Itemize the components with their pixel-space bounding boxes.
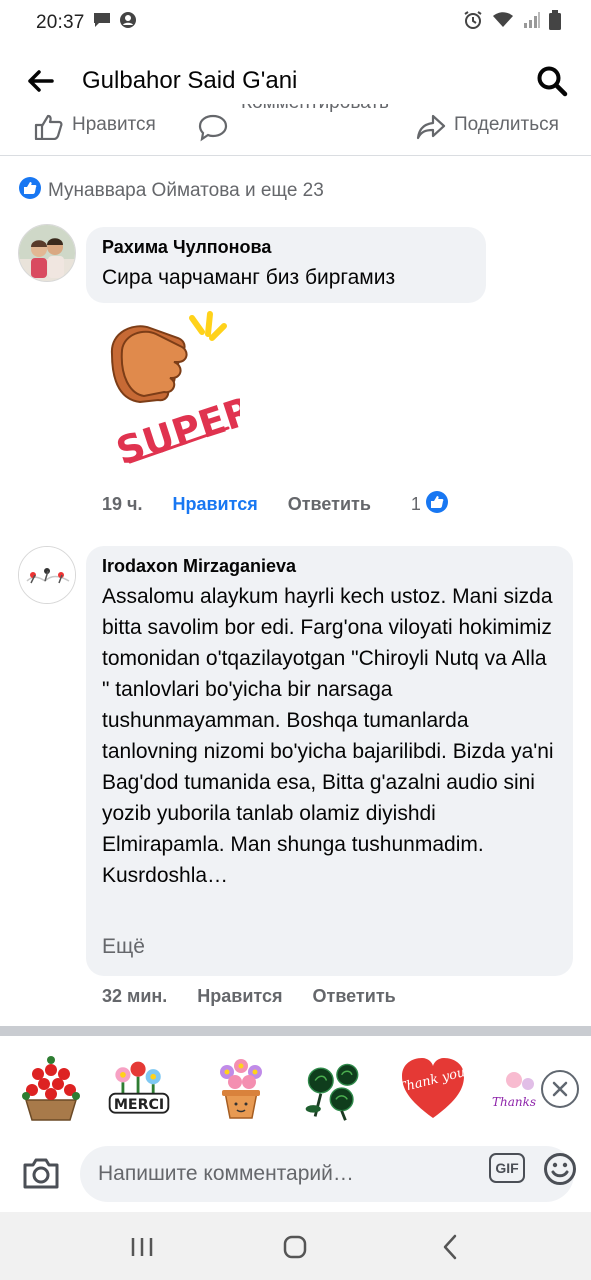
merci-sticker-text: MERCI <box>114 1097 164 1113</box>
close-stickers-icon[interactable] <box>541 1070 579 1108</box>
search-icon[interactable] <box>535 64 569 98</box>
share-label: Поделиться <box>454 114 559 135</box>
recent-apps-icon[interactable] <box>122 1230 162 1264</box>
super-sticker[interactable]: SUPER! <box>100 310 276 474</box>
rose-basket-sticker[interactable] <box>16 1052 86 1126</box>
comment-label: Комментировать <box>236 104 394 116</box>
comment-text: Сира чарчаманг биз биргамиз <box>102 266 396 289</box>
thanks-sticker-text: Thanks <box>492 1095 536 1109</box>
comment-composer: Напишите комментарий… GIF <box>0 1140 591 1210</box>
comment-like-button[interactable]: Нравится <box>172 494 257 515</box>
back-arrow-icon[interactable] <box>26 66 56 96</box>
alarm-icon <box>463 10 483 36</box>
share-button[interactable]: Поделиться <box>416 114 559 146</box>
heart-thank-you-sticker[interactable]: Thank you <box>398 1052 468 1126</box>
account-notification-icon <box>119 11 137 35</box>
like-reaction-icon <box>18 176 42 206</box>
comment-like-count[interactable]: 1 <box>411 494 421 515</box>
battery-icon <box>549 10 561 36</box>
emoji-icon[interactable] <box>543 1152 577 1191</box>
message-notification-icon <box>93 12 111 34</box>
avatar[interactable] <box>18 546 76 604</box>
comment-bubble-icon <box>198 114 228 148</box>
comment-item: Рахима Чулпонова Сира чарчаманг биз бирг… <box>18 224 578 524</box>
black-roses-sticker[interactable] <box>300 1052 370 1126</box>
home-icon[interactable] <box>275 1230 315 1264</box>
comment-text: Assalomu alaykum hayrli kech ustoz. Mani… <box>102 585 554 887</box>
signal-icon <box>523 11 541 35</box>
like-label: Нравится <box>72 114 156 135</box>
comment-author[interactable]: Рахима Чулпонова <box>102 237 470 258</box>
comment-item: Irodaxon Mirzaganieva Assalomu alaykum h… <box>18 546 578 976</box>
system-navigation-bar <box>0 1212 591 1280</box>
back-icon[interactable] <box>430 1230 470 1264</box>
comment-time[interactable]: 32 мин. <box>102 986 167 1007</box>
page-title: Gulbahor Said G'ani <box>82 67 298 94</box>
like-button[interactable]: Нравится <box>34 114 156 146</box>
section-divider <box>0 1026 591 1036</box>
like-count-icon <box>425 490 449 519</box>
see-more-link[interactable]: Ещё <box>102 933 557 961</box>
share-arrow-icon <box>416 114 446 146</box>
gif-button[interactable]: GIF <box>489 1153 525 1183</box>
comment-like-button[interactable]: Нравится <box>197 986 282 1007</box>
wifi-icon <box>491 11 515 35</box>
reactions-summary[interactable]: Мунаввара Ойматова и еще 23 <box>18 176 324 206</box>
status-time: 20:37 <box>36 12 85 33</box>
thanks-sticker[interactable]: Thanks <box>490 1052 546 1126</box>
flower-pot-sticker[interactable] <box>206 1052 276 1126</box>
comment-author[interactable]: Irodaxon Mirzaganieva <box>102 556 557 577</box>
post-actions-bar: Нравится Комментировать Поделиться <box>0 104 591 156</box>
comment-button[interactable]: Комментировать <box>198 104 394 148</box>
comment-bubble[interactable]: Рахима Чулпонова Сира чарчаманг биз бирг… <box>86 227 486 303</box>
comment-input-placeholder: Напишите комментарий… <box>98 1162 354 1185</box>
comment-meta: 19 ч. Нравится Ответить 1 <box>102 490 449 519</box>
sticker-tray: MERCI Thank you Thanks <box>0 1040 591 1140</box>
comment-reply-button[interactable]: Ответить <box>288 494 371 515</box>
camera-icon[interactable] <box>22 1156 60 1195</box>
avatar[interactable] <box>18 224 76 282</box>
merci-sticker[interactable]: MERCI <box>104 1052 174 1126</box>
status-bar: 20:37 <box>0 0 591 46</box>
comment-reply-button[interactable]: Ответить <box>313 986 396 1007</box>
comment-time[interactable]: 19 ч. <box>102 494 142 515</box>
thumbs-up-icon <box>34 114 64 146</box>
reactions-text: Мунаввара Ойматова и еще 23 <box>48 180 324 201</box>
comment-meta: 32 мин. Нравится Ответить <box>102 986 396 1007</box>
comment-bubble[interactable]: Irodaxon Mirzaganieva Assalomu alaykum h… <box>86 546 573 976</box>
